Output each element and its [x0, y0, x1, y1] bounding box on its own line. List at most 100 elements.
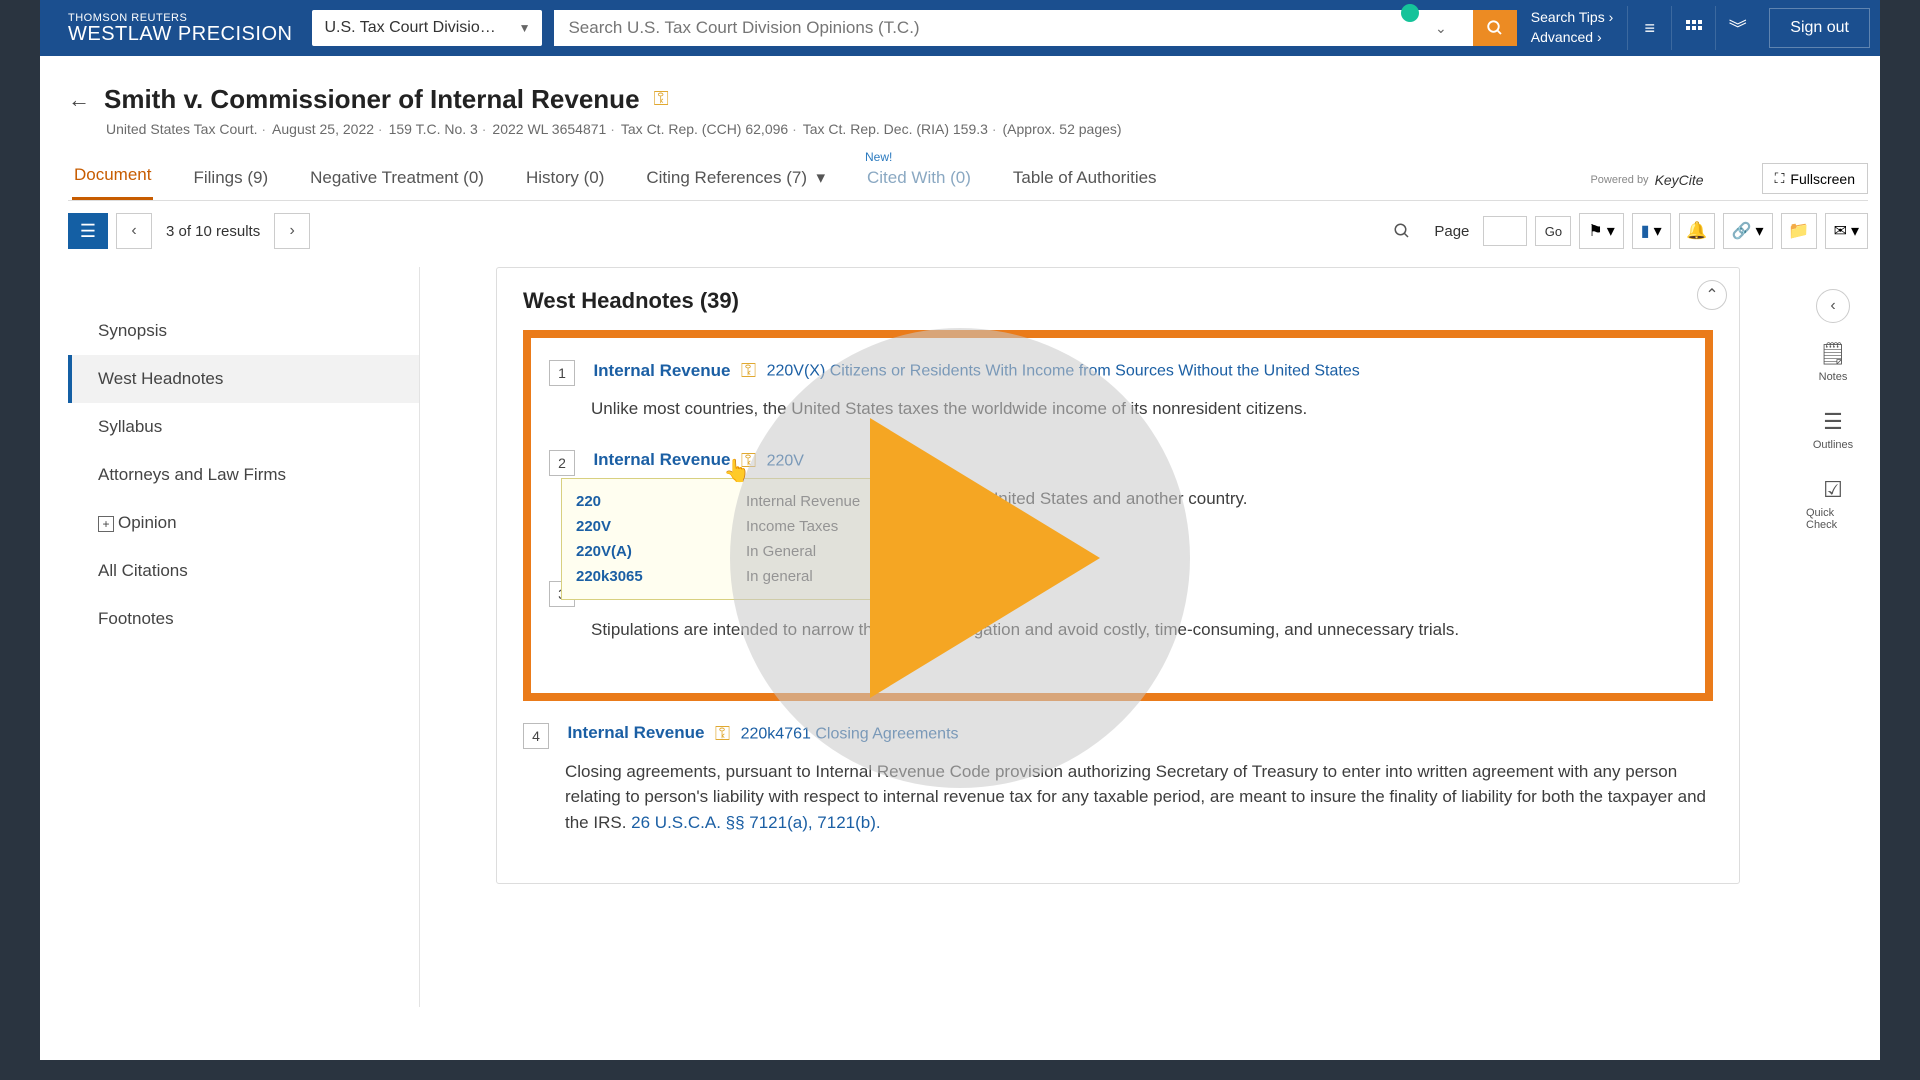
hn-topic[interactable]: Internal Revenue — [593, 450, 730, 470]
video-play-overlay[interactable] — [730, 328, 1190, 788]
play-circle — [730, 328, 1190, 788]
hn-number[interactable]: 4 — [523, 723, 549, 749]
caret-down-icon: ▼ — [519, 21, 531, 35]
meta-vol: 159 T.C. No. 3 — [389, 121, 487, 137]
keycite-logo: KeyCite — [1655, 172, 1704, 188]
hn-topic[interactable]: Internal Revenue — [567, 723, 704, 743]
prev-result-button[interactable]: ‹ — [116, 213, 152, 249]
hn-number[interactable]: 2 — [549, 450, 575, 476]
tooltip-code[interactable]: 220 — [576, 489, 746, 514]
fullscreen-button[interactable]: ⛶ Fullscreen — [1762, 163, 1868, 194]
go-button[interactable]: Go — [1535, 216, 1571, 246]
page-label: Page — [1434, 223, 1469, 240]
meta-ria: Tax Ct. Rep. Dec. (RIA) 159.3 — [803, 121, 997, 137]
brand-logo: THOMSON REUTERS WESTLAW PRECISION — [68, 13, 292, 44]
meta-cch: Tax Ct. Rep. (CCH) 62,096 — [621, 121, 797, 137]
history-icon[interactable]: ≡ — [1627, 6, 1671, 50]
search-in-doc-icon[interactable] — [1384, 213, 1420, 249]
nav-footnotes[interactable]: Footnotes — [68, 595, 419, 643]
link-dropdown[interactable]: 🔗▾ — [1723, 213, 1773, 249]
top-links: Search Tips › Advanced › — [1531, 8, 1614, 47]
notes-button[interactable]: 🗒Notes — [1806, 333, 1860, 391]
meta-pages: (Approx. 52 pages) — [1003, 121, 1122, 137]
brand-main: WESTLAW PRECISION — [68, 24, 292, 44]
jurisdiction-label: U.S. Tax Court Divisio… — [324, 19, 495, 37]
tab-history[interactable]: History (0) — [524, 168, 606, 200]
tab-negative-treatment[interactable]: Negative Treatment (0) — [308, 168, 486, 200]
search-dropdown-caret[interactable]: ⌄ — [1423, 20, 1459, 37]
tooltip-code[interactable]: 220V(A) — [576, 539, 746, 564]
more-chevron-icon[interactable]: ︾ — [1715, 6, 1759, 50]
right-rail: ‹ 🗒Notes ☰Outlines ☑Quick Check — [1798, 267, 1868, 1007]
caret-down-icon: ▾ — [1607, 221, 1615, 241]
nav-attorneys[interactable]: Attorneys and Law Firms — [68, 451, 419, 499]
back-arrow-icon[interactable]: ← — [68, 87, 90, 113]
result-count: 3 of 10 results — [160, 223, 266, 240]
sign-out-button[interactable]: Sign out — [1769, 8, 1870, 48]
top-icons: ≡ ︾ — [1627, 6, 1759, 50]
search-container: ⌄ — [554, 10, 1472, 46]
headnotes-title: West Headnotes (39) — [523, 288, 1713, 314]
nav-syllabus[interactable]: Syllabus — [68, 403, 419, 451]
flag-dropdown[interactable]: ⚑▾ — [1579, 213, 1623, 249]
rail-collapse-button[interactable]: ‹ — [1816, 289, 1850, 323]
apps-icon[interactable] — [1671, 6, 1715, 50]
collapse-button[interactable]: ⌃ — [1697, 280, 1727, 310]
key-icon[interactable]: ⚿ — [715, 723, 730, 745]
quick-check-button[interactable]: ☑Quick Check — [1806, 469, 1860, 539]
powered-by: Powered by KeyCite — [1590, 172, 1703, 200]
nav-synopsis[interactable]: Synopsis — [68, 307, 419, 355]
folder-icon[interactable]: 📁 — [1781, 213, 1817, 249]
toolbar-row: ☰ ‹ 3 of 10 results › Page Go ⚑▾ ▮▾ 🔔 🔗▾… — [68, 213, 1868, 249]
hn-topic[interactable]: Internal Revenue — [593, 361, 730, 381]
key-icon: ⚿ — [654, 88, 669, 111]
left-nav: Synopsis West Headnotes Syllabus Attorne… — [68, 267, 420, 1007]
mail-dropdown[interactable]: ✉▾ — [1825, 213, 1868, 249]
search-tips-link[interactable]: Search Tips › — [1531, 8, 1614, 28]
new-badge: New! — [865, 150, 892, 164]
meta-wl: 2022 WL 3654871 — [492, 121, 614, 137]
notes-icon: 🗒 — [1819, 341, 1847, 367]
case-meta: United States Tax Court. August 25, 2022… — [106, 121, 1868, 137]
document-tabs: Document Filings (9) Negative Treatment … — [68, 163, 1868, 201]
flag-icon: ⚑ — [1588, 221, 1602, 241]
tooltip-code[interactable]: 220k3065 — [576, 564, 746, 589]
search-input[interactable] — [568, 18, 1423, 38]
page-input[interactable] — [1483, 216, 1527, 246]
nav-opinion[interactable]: +Opinion — [68, 499, 419, 547]
nav-all-citations[interactable]: All Citations — [68, 547, 419, 595]
check-icon: ☑ — [1823, 477, 1843, 503]
tab-document[interactable]: Document — [72, 165, 153, 200]
statute-link[interactable]: 26 U.S.C.A. §§ 7121(a), 7121(b). — [631, 813, 880, 832]
case-header: ← Smith v. Commissioner of Internal Reve… — [68, 84, 1868, 115]
outlines-button[interactable]: ☰Outlines — [1806, 401, 1860, 459]
advanced-link[interactable]: Advanced › — [1531, 28, 1614, 48]
tab-cited-with[interactable]: New! Cited With (0) — [865, 168, 973, 200]
grammarly-icon — [1401, 4, 1419, 22]
top-bar: THOMSON REUTERS WESTLAW PRECISION U.S. T… — [40, 0, 1880, 56]
search-button[interactable] — [1473, 10, 1517, 46]
tab-table-of-authorities[interactable]: Table of Authorities — [1011, 168, 1159, 200]
caret-down-icon: ▾ — [1851, 221, 1859, 241]
tab-filings[interactable]: Filings (9) — [191, 168, 270, 200]
note-icon: ▮ — [1641, 221, 1650, 241]
expand-icon[interactable]: + — [98, 516, 114, 532]
tooltip-code[interactable]: 220V — [576, 514, 746, 539]
caret-down-icon: ▾ — [1756, 221, 1764, 241]
play-icon — [870, 418, 1100, 698]
link-icon: 🔗 — [1732, 221, 1752, 241]
nav-west-headnotes[interactable]: West Headnotes — [68, 355, 419, 403]
tab-citing-references[interactable]: Citing References (7) ▾ — [644, 168, 827, 200]
hn-number[interactable]: 1 — [549, 360, 575, 386]
outlines-icon: ☰ — [1823, 409, 1843, 435]
bell-icon[interactable]: 🔔 — [1679, 213, 1715, 249]
next-result-button[interactable]: › — [274, 213, 310, 249]
main-panel: ← Smith v. Commissioner of Internal Reve… — [40, 56, 1880, 1060]
annotate-dropdown[interactable]: ▮▾ — [1632, 213, 1671, 249]
list-toggle-button[interactable]: ☰ — [68, 213, 108, 249]
meta-date: August 25, 2022 — [272, 121, 383, 137]
case-title: Smith v. Commissioner of Internal Revenu… — [104, 84, 640, 115]
jurisdiction-dropdown[interactable]: U.S. Tax Court Divisio… ▼ — [312, 10, 542, 46]
mail-icon: ✉ — [1834, 221, 1847, 241]
caret-down-icon: ▾ — [1654, 221, 1662, 241]
